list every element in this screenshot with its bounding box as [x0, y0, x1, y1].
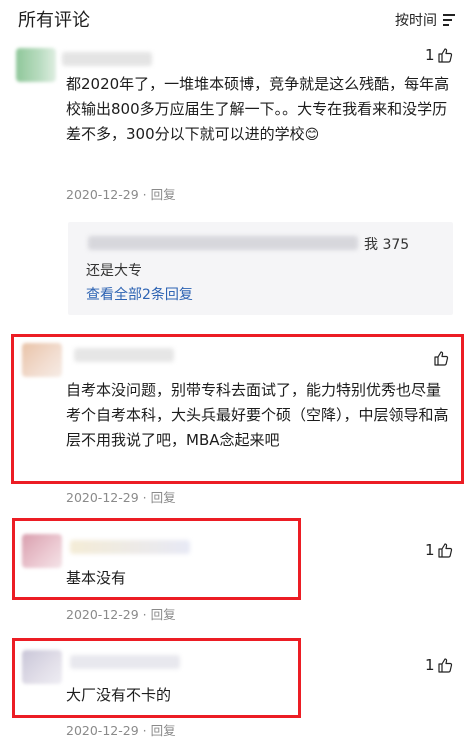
comment-meta: 2020-12-29 · 回复 [66, 607, 176, 622]
comment-date: 2020-12-29 [66, 607, 139, 622]
comment-date: 2020-12-29 [66, 187, 139, 202]
like-count: 1 [425, 541, 435, 559]
username[interactable] [70, 655, 180, 669]
thumb-up-icon [437, 48, 452, 63]
comment-text: 都2020年了，一堆堆本硕博，竞争就是这么残酷，每年高校输出800多万应届生了解… [66, 75, 450, 143]
sort-button[interactable]: 按时间 [395, 10, 455, 30]
comment-meta: 2020-12-29 · 回复 [66, 490, 176, 505]
reply-button[interactable]: 回复 [151, 490, 176, 505]
avatar[interactable] [22, 534, 62, 568]
smile-emoji-icon: 😊 [304, 127, 320, 143]
sort-icon [443, 13, 455, 27]
replies-box: 我 375 还是大专 查看全部2条回复 [68, 222, 453, 315]
thumb-up-icon [437, 658, 452, 673]
like-button[interactable] [433, 350, 449, 366]
like-count: 1 [425, 46, 435, 64]
reply-snippet: 我 375 [364, 237, 410, 253]
sort-label: 按时间 [395, 13, 437, 29]
like-button[interactable]: 1 [425, 656, 453, 674]
comment-text: 大厂没有不卡的 [66, 686, 172, 704]
comment-text: 基本没有 [66, 569, 127, 587]
username[interactable] [62, 52, 152, 66]
username[interactable] [70, 540, 190, 554]
reply-button[interactable]: 回复 [151, 187, 176, 202]
username[interactable] [74, 348, 174, 362]
avatar[interactable] [22, 650, 62, 684]
like-count: 1 [425, 656, 435, 674]
thumb-up-icon [434, 351, 449, 366]
reply-text: 还是大专 [86, 263, 142, 279]
view-all-replies-link[interactable]: 查看全部2条回复 [86, 284, 193, 304]
avatar[interactable] [22, 343, 62, 377]
comment-meta: 2020-12-29 · 回复 [66, 187, 176, 202]
like-button[interactable]: 1 [425, 541, 453, 559]
comment-text: 自考本没问题，别带专科去面试了，能力特别优秀也尽量考个自考本科，大头兵最好要个硕… [66, 381, 449, 449]
like-button[interactable]: 1 [425, 46, 453, 64]
reply-author[interactable] [88, 236, 358, 250]
comment-date: 2020-12-29 [66, 723, 139, 738]
reply-button[interactable]: 回复 [151, 723, 176, 738]
comment-meta: 2020-12-29 · 回复 [66, 723, 176, 738]
avatar[interactable] [16, 48, 56, 82]
comment-date: 2020-12-29 [66, 490, 139, 505]
reply-button[interactable]: 回复 [151, 607, 176, 622]
page-title: 所有评论 [18, 10, 90, 31]
thumb-up-icon [437, 543, 452, 558]
